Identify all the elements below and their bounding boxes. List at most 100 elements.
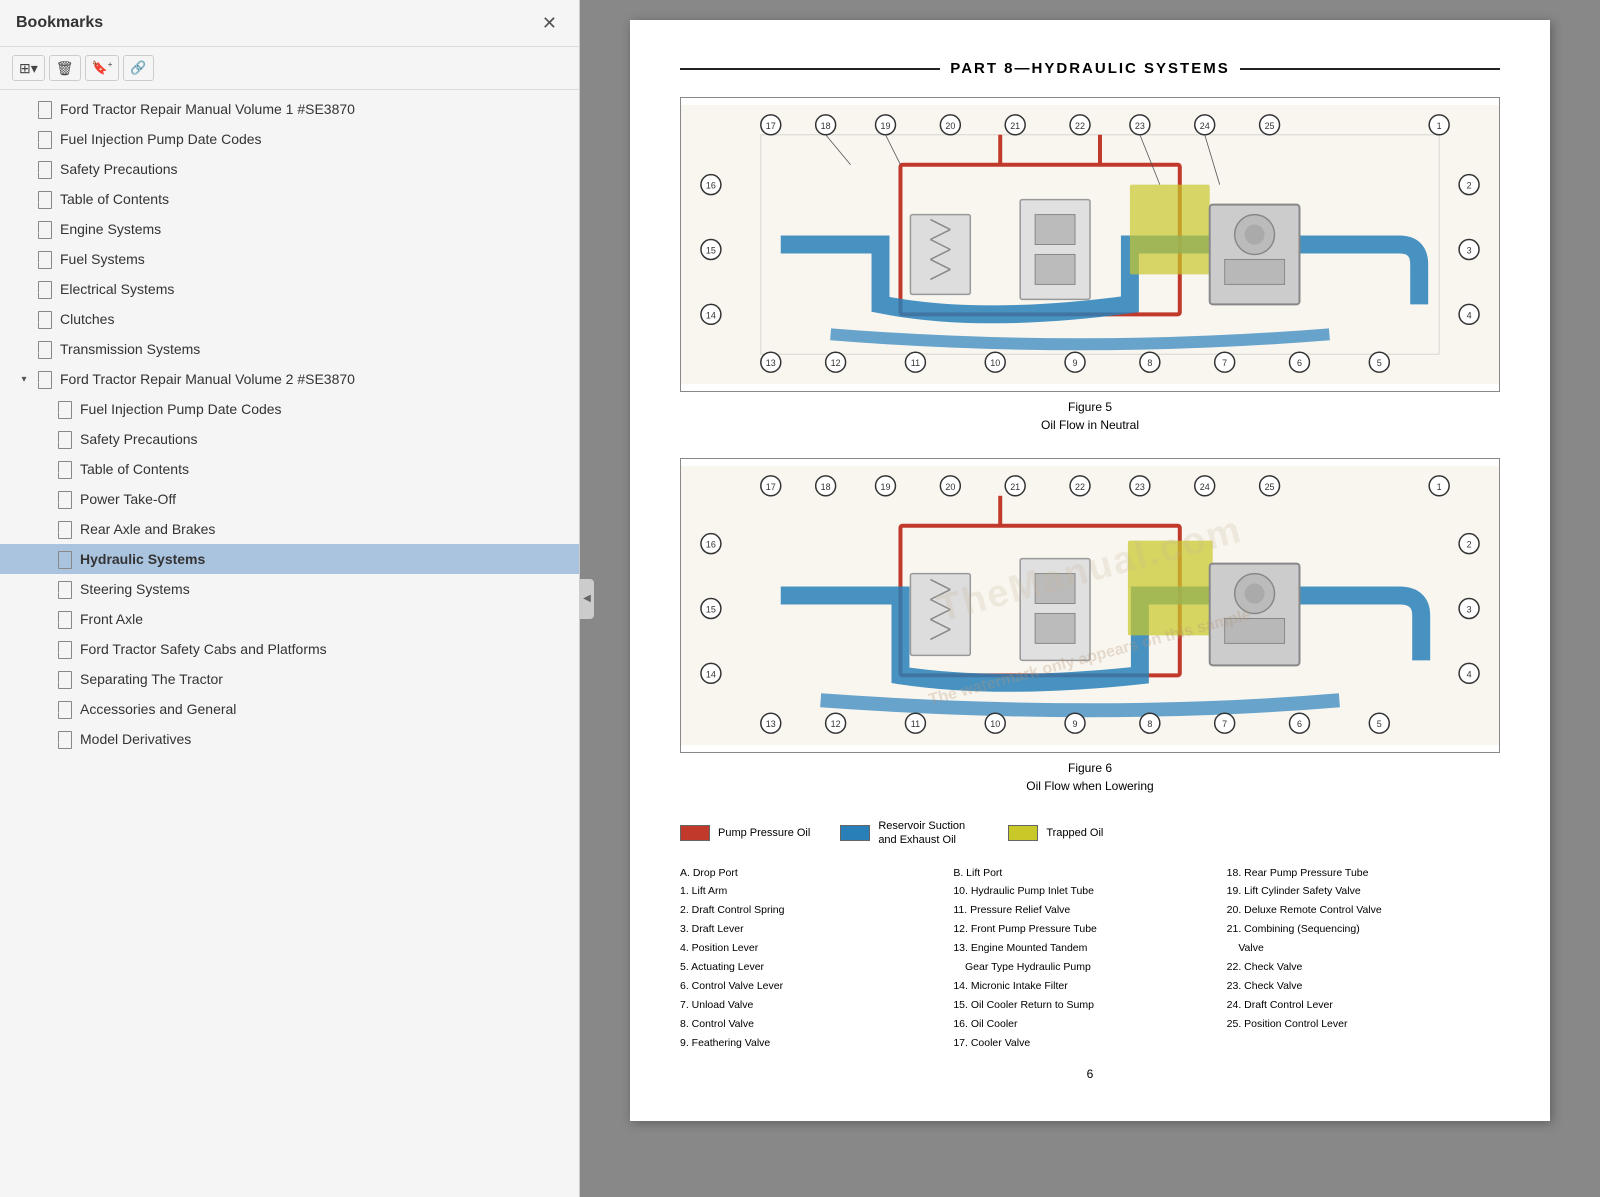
bookmark-item-steering[interactable]: Steering Systems xyxy=(0,574,579,604)
svg-text:5: 5 xyxy=(1377,719,1382,729)
bookmark-item-accessories[interactable]: Accessories and General xyxy=(0,694,579,724)
bookmark-label: Engine Systems xyxy=(60,221,161,237)
svg-text:17: 17 xyxy=(766,482,776,492)
figure6-caption: Figure 6 Oil Flow when Lowering xyxy=(680,759,1500,795)
bookmark-icon xyxy=(36,310,52,328)
bookmark-item-model-deriv[interactable]: Model Derivatives xyxy=(0,724,579,754)
svg-text:12: 12 xyxy=(831,358,841,368)
parts-item: 7. Unload Valve xyxy=(680,996,943,1015)
svg-text:1: 1 xyxy=(1437,121,1442,131)
svg-text:21: 21 xyxy=(1010,482,1020,492)
svg-text:4: 4 xyxy=(1467,310,1472,320)
bookmark-label: Rear Axle and Brakes xyxy=(80,521,215,537)
svg-text:24: 24 xyxy=(1200,482,1210,492)
bookmark-icon xyxy=(56,400,72,418)
legend-trapped: Trapped Oil xyxy=(1008,819,1103,848)
bookmark-item-clutches[interactable]: Clutches xyxy=(0,304,579,334)
svg-text:8: 8 xyxy=(1147,358,1152,368)
svg-text:13: 13 xyxy=(766,719,776,729)
bookmark-label: Safety Precautions xyxy=(80,431,198,447)
svg-text:5: 5 xyxy=(1377,358,1382,368)
figure6-caption-sub: Oil Flow when Lowering xyxy=(680,777,1500,795)
expand-arrow-icon[interactable]: ▾ xyxy=(16,371,32,387)
parts-item: 16. Oil Cooler xyxy=(953,1015,1216,1034)
dropdown-arrow-icon: ▾ xyxy=(31,60,38,77)
bookmark-icon xyxy=(36,220,52,238)
bookmark-item-engine[interactable]: Engine Systems xyxy=(0,214,579,244)
bookmark-icon xyxy=(36,280,52,298)
bookmark-item-rear-axle[interactable]: Rear Axle and Brakes xyxy=(0,514,579,544)
svg-text:6: 6 xyxy=(1297,719,1302,729)
bookmarks-list: Ford Tractor Repair Manual Volume 1 #SE3… xyxy=(0,90,579,1197)
bookmark-label: Table of Contents xyxy=(80,461,189,477)
svg-text:14: 14 xyxy=(706,669,716,679)
bookmark-label: Clutches xyxy=(60,311,114,327)
svg-text:15: 15 xyxy=(706,604,716,614)
figure5-caption-title: Figure 5 xyxy=(680,398,1500,416)
parts-item: 6. Control Valve Lever xyxy=(680,977,943,996)
bookmark-item-safety-2[interactable]: Safety Precautions xyxy=(0,424,579,454)
parts-item: 3. Draft Lever xyxy=(680,920,943,939)
bookmark-icon xyxy=(56,550,72,568)
bookmark-item-toc-2[interactable]: Table of Contents xyxy=(0,454,579,484)
figure5-svg: 17 18 19 20 21 22 23 24 25 1 xyxy=(681,98,1499,391)
parts-column-middle: B. Lift Port 10. Hydraulic Pump Inlet Tu… xyxy=(953,864,1226,1053)
bookmarks-toolbar: ⊞ ▾ 🗑 🔖+ 🔗 xyxy=(0,47,579,90)
bookmark-item-pto[interactable]: Power Take-Off xyxy=(0,484,579,514)
bookmark-item-hydraulic[interactable]: Hydraulic Systems xyxy=(0,544,579,574)
bookmark-item-separating[interactable]: Separating The Tractor xyxy=(0,664,579,694)
figure5-caption-sub: Oil Flow in Neutral xyxy=(680,416,1500,434)
legend-pump-color xyxy=(680,825,710,841)
svg-text:4: 4 xyxy=(1467,669,1472,679)
bookmark-item-vol1[interactable]: Ford Tractor Repair Manual Volume 1 #SE3… xyxy=(0,94,579,124)
panel-collapse-handle[interactable]: ◀ xyxy=(580,579,594,619)
bookmark-item-fuel-inj-1[interactable]: Fuel Injection Pump Date Codes xyxy=(0,124,579,154)
parts-item: 25. Position Control Lever xyxy=(1227,1015,1490,1034)
close-button[interactable]: ✕ xyxy=(536,12,563,34)
legend-reservoir-color xyxy=(840,825,870,841)
svg-text:21: 21 xyxy=(1010,121,1020,131)
page-number: 6 xyxy=(680,1067,1500,1081)
grid-icon: ⊞ xyxy=(19,60,31,77)
bookmark-properties-button[interactable]: 🔗 xyxy=(123,55,153,81)
bookmark-icon xyxy=(56,460,72,478)
bookmark-icon xyxy=(56,580,72,598)
part-title-text: PART 8—HYDRAULIC SYSTEMS xyxy=(950,60,1229,77)
svg-text:7: 7 xyxy=(1222,719,1227,729)
bookmark-item-safety-1[interactable]: Safety Precautions xyxy=(0,154,579,184)
bookmark-item-vol2[interactable]: ▾Ford Tractor Repair Manual Volume 2 #SE… xyxy=(0,364,579,394)
bookmark-label: Separating The Tractor xyxy=(80,671,223,687)
bookmark-icon xyxy=(36,370,52,388)
pdf-page: TheManual.com The watermark only appears… xyxy=(630,20,1550,1121)
svg-text:16: 16 xyxy=(706,181,716,191)
parts-item: 5. Actuating Lever xyxy=(680,958,943,977)
bookmark-label: Electrical Systems xyxy=(60,281,174,297)
bookmark-item-fuel-inj-2[interactable]: Fuel Injection Pump Date Codes xyxy=(0,394,579,424)
parts-item: 18. Rear Pump Pressure Tube xyxy=(1227,864,1490,883)
add-bookmark-button[interactable]: 🔖+ xyxy=(85,55,120,81)
bookmark-label: Ford Tractor Repair Manual Volume 1 #SE3… xyxy=(60,101,355,117)
bookmark-icon xyxy=(56,700,72,718)
part-title: PART 8—HYDRAULIC SYSTEMS xyxy=(680,60,1500,77)
bookmark-item-toc-1[interactable]: Table of Contents xyxy=(0,184,579,214)
view-options-button[interactable]: ⊞ ▾ xyxy=(12,55,45,81)
svg-text:13: 13 xyxy=(766,358,776,368)
bookmark-item-transmission[interactable]: Transmission Systems xyxy=(0,334,579,364)
bookmark-icon xyxy=(56,610,72,628)
svg-text:2: 2 xyxy=(1467,181,1472,191)
svg-text:10: 10 xyxy=(990,719,1000,729)
delete-bookmark-button[interactable]: 🗑 xyxy=(49,55,81,81)
figure6-svg: 17 18 19 20 21 22 23 24 25 1 xyxy=(681,459,1499,752)
bookmark-label: Transmission Systems xyxy=(60,341,200,357)
bookmark-label: Model Derivatives xyxy=(80,731,191,747)
bookmark-icon xyxy=(56,640,72,658)
bookmark-icon xyxy=(36,160,52,178)
parts-item: 8. Control Valve xyxy=(680,1015,943,1034)
bookmark-item-electrical[interactable]: Electrical Systems xyxy=(0,274,579,304)
bookmark-item-safety-cabs[interactable]: Ford Tractor Safety Cabs and Platforms xyxy=(0,634,579,664)
bookmark-item-front-axle[interactable]: Front Axle xyxy=(0,604,579,634)
parts-item: 11. Pressure Relief Valve xyxy=(953,901,1216,920)
bookmark-item-fuel-sys[interactable]: Fuel Systems xyxy=(0,244,579,274)
svg-text:7: 7 xyxy=(1222,358,1227,368)
legend-trapped-label: Trapped Oil xyxy=(1046,826,1103,840)
